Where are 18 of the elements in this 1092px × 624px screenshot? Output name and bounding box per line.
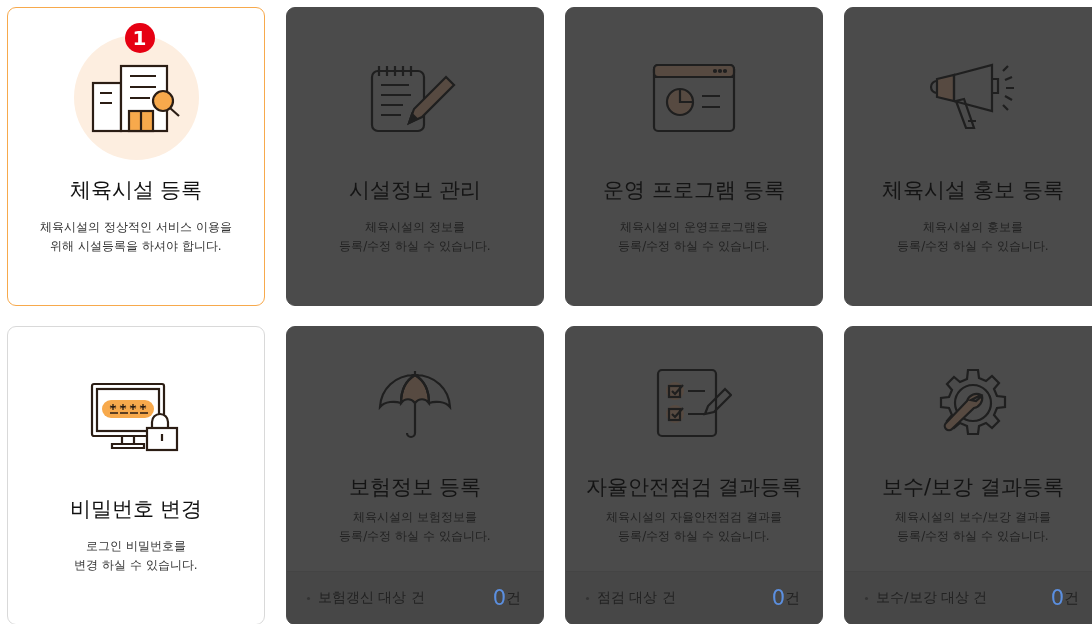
- count-value: 0: [771, 586, 785, 610]
- card-title: 운영 프로그램 등록: [603, 177, 785, 204]
- count-value: 0: [492, 586, 506, 610]
- count-value: 0: [1050, 586, 1064, 610]
- building-search-icon: [90, 62, 182, 133]
- card-description: 체육시설의 정상적인 서비스 이용을 위해 시설등록을 하셔야 합니다.: [40, 219, 232, 255]
- menu-card[interactable]: 비밀번호 변경 로그인 비밀번호를 변경 하실 수 있습니다.: [7, 326, 265, 624]
- card-title: 보수/보강 결과등록: [882, 474, 1064, 501]
- card-description: 로그인 비밀번호를 변경 하실 수 있습니다.: [74, 538, 198, 574]
- card-title: 보험정보 등록: [348, 474, 482, 501]
- card-title: 자율안전점검 결과등록: [585, 474, 803, 501]
- checklist-pencil-icon: [656, 367, 732, 438]
- card-title: 비밀번호 변경: [69, 496, 203, 523]
- card-title: 시설정보 관리: [348, 177, 482, 204]
- menu-card[interactable]: 1 체육시설 등록 체육시설의 정상적인 서비스 이용을 위해 시설등록을 하셔야 합니다.: [7, 7, 265, 306]
- browser-chart-icon: [652, 62, 736, 133]
- card-title: 체육시설 등록: [69, 177, 203, 204]
- step-number-badge: 1: [124, 23, 155, 53]
